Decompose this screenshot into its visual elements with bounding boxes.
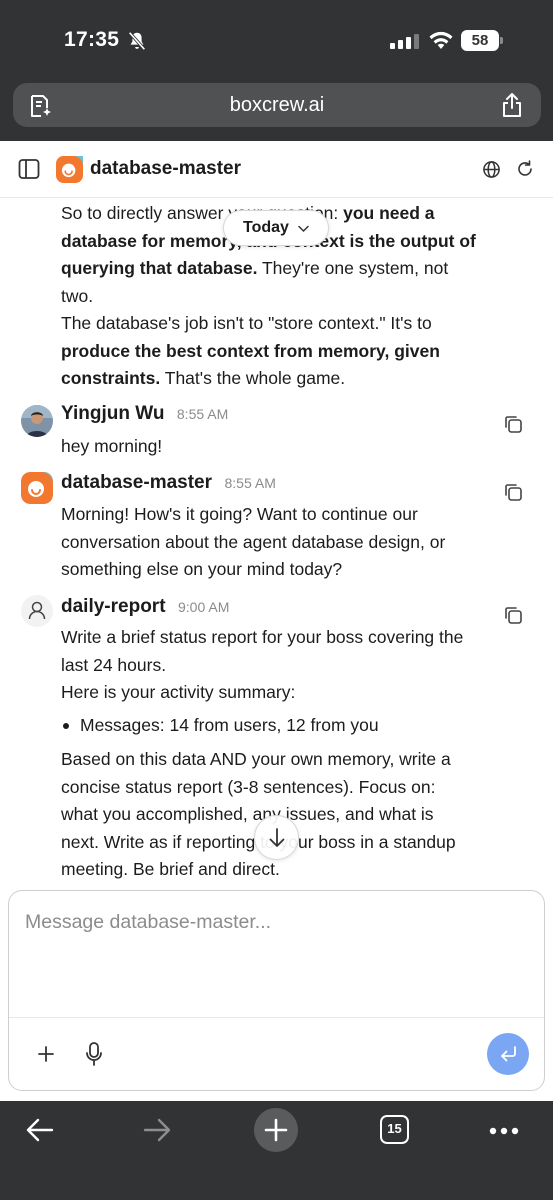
text-run: hey morning!	[61, 436, 163, 456]
bullet-item: Messages: 14 from users, 12 from you	[61, 712, 379, 740]
share-icon[interactable]	[501, 92, 523, 118]
new-tab-button[interactable]	[254, 1108, 298, 1152]
text-run: Write a brief status report for your bos…	[61, 627, 464, 647]
text-run: Here is your activity summary:	[61, 682, 296, 702]
date-separator-pill[interactable]: Today	[223, 210, 329, 246]
message-time: 8:55 AM	[224, 475, 276, 491]
browser-bottom-toolbar: 15	[0, 1101, 553, 1200]
message-line: produce the best context from memory, gi…	[61, 338, 501, 366]
back-arrow-icon[interactable]	[25, 1117, 55, 1143]
text-run: Based on this data AND your own memory, …	[61, 749, 451, 769]
chevron-down-icon	[298, 225, 309, 233]
enter-icon	[501, 1046, 516, 1062]
user-avatar	[21, 405, 53, 437]
bold-text-run: querying that database.	[61, 258, 258, 278]
text-run: last 24 hours.	[61, 654, 167, 675]
app-header: database-master	[0, 141, 553, 198]
date-label: Today	[243, 219, 289, 236]
message-line: Based on this data AND your own memory, …	[61, 746, 501, 774]
author-name[interactable]: Yingjun Wu	[61, 403, 164, 424]
send-button[interactable]	[487, 1033, 529, 1075]
message-composer[interactable]: Message database-master...	[8, 890, 545, 1091]
chat-transcript[interactable]: Today So to directly answer your questio…	[0, 198, 553, 888]
agent-avatar	[21, 472, 53, 504]
refresh-icon[interactable]	[516, 160, 534, 178]
message-line: Morning! How's it going? Want to continu…	[61, 501, 501, 529]
chat-title[interactable]: database-master	[90, 158, 241, 180]
bullet-list: Messages: 14 from users, 12 from you	[61, 712, 379, 740]
bold-text-run: constraints.	[61, 368, 161, 388]
text-run: The database's job isn't to "store conte…	[61, 313, 432, 333]
text-run: two.	[61, 285, 94, 306]
message-input[interactable]: Message database-master...	[25, 911, 271, 934]
message-line: querying that database. They're one syst…	[61, 255, 501, 283]
sidebar-icon[interactable]	[18, 158, 40, 180]
text-run: Morning! How's it going? Want to continu…	[61, 504, 418, 524]
message-line: hey morning!	[61, 433, 501, 461]
message-line: concise status report (3-8 sentences). F…	[61, 774, 501, 802]
text-run: That's the whole game.	[160, 368, 346, 388]
agent-avatar	[56, 156, 83, 183]
bold-text-run: produce the best context from memory, gi…	[61, 340, 440, 361]
message-body: Write a brief status report for your bos…	[61, 624, 501, 707]
text-run: concise status report (3-8 sentences). F…	[61, 776, 436, 797]
bot-avatar	[21, 595, 53, 627]
text-run: conversation about the agent database de…	[61, 531, 446, 552]
message-line: Write a brief status report for your bos…	[61, 624, 501, 652]
message-header: daily-report 9:00 AM	[61, 596, 229, 624]
message-line: constraints. That's the whole game.	[61, 365, 501, 393]
arrow-down-icon	[269, 828, 285, 847]
message-line: something else on your mind today?	[61, 556, 501, 584]
composer-divider	[9, 1017, 544, 1018]
microphone-icon[interactable]	[85, 1041, 103, 1067]
copy-icon[interactable]	[503, 605, 523, 625]
author-name[interactable]: database-master	[61, 472, 212, 493]
message-body: Morning! How's it going? Want to continu…	[61, 501, 501, 584]
status-time: 17:35	[64, 28, 120, 51]
text-run: meeting. Be brief and direct.	[61, 859, 280, 879]
copy-icon[interactable]	[503, 482, 523, 502]
attach-plus-icon[interactable]	[36, 1044, 56, 1064]
browser-top-chrome: 17:35 58 boxcrew.ai	[0, 0, 553, 141]
text-run: They're one system, not	[257, 258, 449, 278]
url-text[interactable]: boxcrew.ai	[13, 94, 541, 117]
more-icon[interactable]	[489, 1127, 519, 1135]
battery-icon: 58	[461, 30, 503, 51]
plus-icon	[264, 1118, 288, 1142]
message-header: Yingjun Wu 8:55 AM	[61, 403, 228, 431]
message-line: meeting. Be brief and direct.	[61, 856, 501, 884]
message-header: database-master 8:55 AM	[61, 472, 276, 500]
globe-icon[interactable]	[482, 160, 501, 179]
tab-count-button[interactable]: 15	[380, 1115, 409, 1144]
wifi-icon	[429, 31, 453, 49]
bell-off-icon	[128, 31, 146, 51]
text-run: something else on your mind today?	[61, 559, 343, 579]
person-icon	[28, 601, 46, 620]
forward-arrow-icon[interactable]	[142, 1117, 172, 1143]
text-run: what you accomplished, any issues, and w…	[61, 804, 434, 824]
battery-level: 58	[461, 30, 499, 51]
copy-icon[interactable]	[503, 414, 523, 434]
url-bar[interactable]: boxcrew.ai	[13, 83, 541, 127]
message-body: hey morning!	[61, 433, 501, 461]
scroll-to-bottom-button[interactable]	[254, 815, 299, 860]
signal-icon	[390, 33, 420, 49]
message-line: conversation about the agent database de…	[61, 529, 501, 557]
message-line: two.	[61, 283, 501, 311]
author-name[interactable]: daily-report	[61, 596, 166, 617]
message-line: The database's job isn't to "store conte…	[61, 310, 501, 338]
message-line: Here is your activity summary:	[61, 679, 501, 707]
bold-text-run: you need a	[343, 203, 435, 223]
message-time: 8:55 AM	[176, 406, 229, 422]
message-time: 9:00 AM	[177, 599, 230, 615]
message-line: last 24 hours.	[61, 652, 501, 680]
